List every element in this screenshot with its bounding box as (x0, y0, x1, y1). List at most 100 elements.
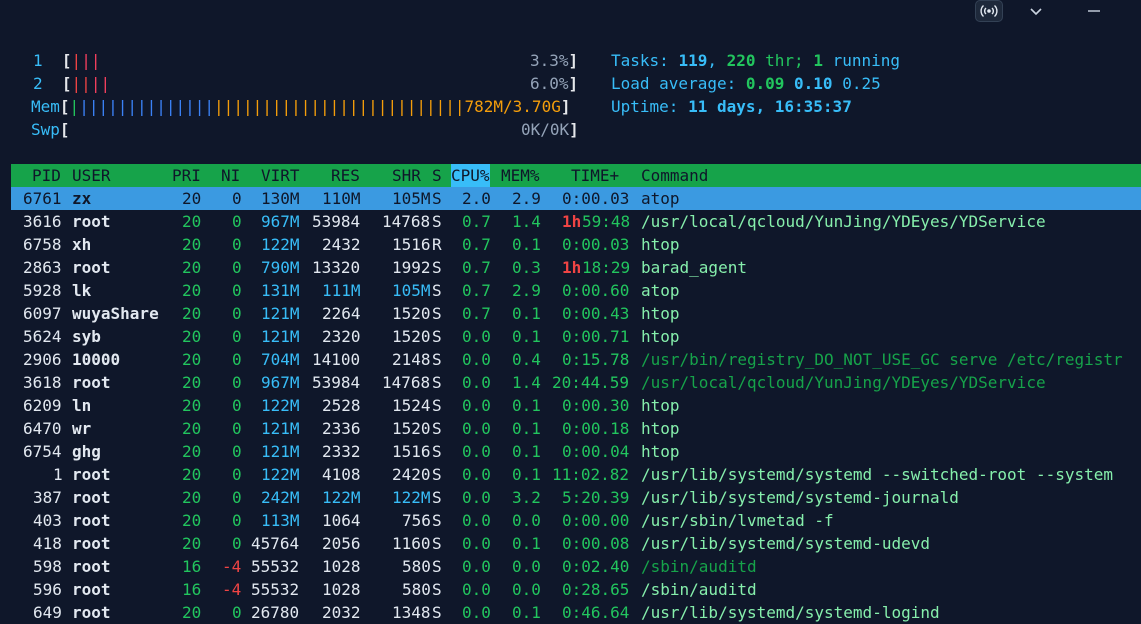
virt-cell: 131M (261, 281, 300, 300)
virt-cell: 121M (261, 442, 300, 461)
col-state[interactable]: S (432, 164, 442, 187)
command-cell: atop (641, 189, 680, 208)
user-cell: lk (72, 281, 92, 300)
res-cell: 2336 (322, 419, 361, 438)
pri-cell: 20 (182, 281, 202, 300)
col-virt[interactable]: VIRT (261, 164, 300, 187)
state-cell: S (432, 488, 442, 507)
cpu-cell: 0.0 (462, 603, 491, 622)
mem-cell: 0.0 (512, 580, 541, 599)
process-row[interactable]: 6097 wuyaShare 20 0 121M 2264 1520 S 0.7 0.1 0:00.… (11, 302, 1141, 325)
virt-cell: 55532 (251, 557, 300, 576)
time-cell: 0:46.64 (562, 603, 630, 622)
process-row[interactable]: 1 root 20 0 122M 4108 2420 S 0.0 0.1 11:02.82/usr/… (11, 463, 1141, 486)
broadcast-icon (980, 4, 998, 18)
col-mem[interactable]: MEM% (501, 164, 540, 187)
cpu1-value: 3.3% (530, 51, 569, 70)
broadcast-button[interactable] (975, 0, 1003, 22)
process-row[interactable]: 598 root 16 -4 55532 1028 580 S 0.0 0.0 0:02.40/sb… (11, 555, 1141, 578)
cpu1-bar-pink: || (81, 51, 101, 70)
cpu1-label: 1 (33, 51, 43, 70)
command-cell: /sbin/auditd (641, 580, 757, 599)
virt-cell: 26780 (251, 603, 300, 622)
ni-cell: -4 (222, 580, 242, 599)
ni-cell: 0 (232, 488, 242, 507)
command-cell: /usr/lib/systemd/systemd-logind (641, 603, 940, 622)
pri-cell: 20 (182, 189, 202, 208)
pri-cell: 20 (182, 465, 202, 484)
command-cell: /usr/bin/registry_DO_NOT_USE_GC serve /e… (641, 350, 1123, 369)
res-cell: 2528 (322, 396, 361, 415)
process-row[interactable]: 649 root 20 0 26780 2032 1348 S 0.0 0.1 0:46.64/us… (11, 601, 1141, 624)
pid-cell: 403 (33, 511, 62, 530)
col-res[interactable]: RES (331, 164, 360, 187)
pri-cell: 20 (182, 396, 202, 415)
virt-cell: 122M (261, 396, 300, 415)
col-time[interactable]: TIME+ (571, 164, 619, 187)
virt-cell: 121M (261, 327, 300, 346)
chevron-down-button[interactable] (1026, 0, 1046, 22)
process-row[interactable]: 596 root 16 -4 55532 1028 580 S 0.0 0.0 0:28.65/sb… (11, 578, 1141, 601)
shr-cell: 1520 (392, 304, 431, 323)
cpu-cell: 2.0 (462, 189, 491, 208)
col-ni[interactable]: NI (221, 164, 240, 187)
res-cell: 111M (322, 281, 361, 300)
col-shr[interactable]: SHR (392, 164, 421, 187)
col-pri[interactable]: PRI (172, 164, 201, 187)
command-cell: htop (641, 396, 680, 415)
shr-cell: 1516 (392, 442, 431, 461)
state-cell: S (432, 419, 442, 438)
process-row[interactable]: 5928 lk 20 0 131M 111M 105M S 0.7 2.9 0:00.60 atop (11, 279, 1141, 302)
shr-cell: 14768 (382, 212, 431, 231)
pid-cell: 418 (33, 534, 62, 553)
res-cell: 2332 (322, 442, 361, 461)
minimize-button[interactable] (1085, 0, 1103, 22)
virt-cell: 121M (261, 419, 300, 438)
cpu-cell: 0.0 (462, 327, 491, 346)
res-cell: 4108 (322, 465, 361, 484)
process-row[interactable]: 2906 10000 20 0 704M 14100 2148 S 0.0 0.4 0:15.78 /… (11, 348, 1141, 371)
process-row[interactable]: 403 root 20 0 113M 1064 756 S 0.0 0.0 0:00.00/usr/… (11, 509, 1141, 532)
process-row[interactable]: 5624 syb 20 0 121M 2320 1520 S 0.0 0.1 0:00.71 htop (11, 325, 1141, 348)
col-pid[interactable]: PID (32, 164, 61, 187)
load1: 0.09 (745, 74, 785, 93)
user-cell: ln (72, 396, 92, 415)
process-row[interactable]: 3618 root 20 0 967M 53984 14768 S 0.0 1.4 20:44.59… (11, 371, 1141, 394)
time-hours-cell: 1h (562, 212, 582, 231)
command-cell: /usr/lib/systemd/systemd-udevd (641, 534, 930, 553)
col-user[interactable]: USER (72, 164, 111, 187)
time-cell: 0:02.40 (562, 557, 630, 576)
user-cell: zx (72, 189, 92, 208)
res-cell: 2032 (322, 603, 361, 622)
process-row[interactable]: 6761 zx 20 0 130M 110M 105M S 2.0 2.9 0:00.03 atop (11, 187, 1141, 210)
process-row[interactable]: 6209 ln 20 0 122M 2528 1524 S 0.0 0.1 0:00.30 htop (11, 394, 1141, 417)
process-row[interactable]: 387 root 20 0 242M 122M 122M S 0.0 3.2 5:20.39/usr… (11, 486, 1141, 509)
process-row[interactable]: 6758 xh 20 0 122M 2432 1516 R 0.7 0.1 0:00.03 htop (11, 233, 1141, 256)
process-row[interactable]: 3616 root 20 0 967M 53984 14768 S 0.7 1.4 1h 59:48 /… (11, 210, 1141, 233)
pri-cell: 20 (182, 304, 202, 323)
pri-cell: 20 (182, 534, 202, 553)
shr-cell: 1348 (392, 603, 431, 622)
command-cell: /usr/local/qcloud/YunJing/YDEyes/YDServi… (641, 373, 1046, 392)
uptime-value: 11 days, 16:35:37 (688, 97, 852, 116)
pid-cell: 6209 (23, 396, 62, 415)
shr-cell: 1160 (392, 534, 431, 553)
mem-cell: 0.1 (512, 534, 541, 553)
col-command[interactable]: Command (641, 164, 708, 187)
state-cell: S (432, 442, 442, 461)
process-row[interactable]: 418 root 20 0 45764 2056 1160 S 0.0 0.1 0:00.08/us… (11, 532, 1141, 555)
cpu1-meter: 1 [||| (33, 51, 101, 70)
process-row[interactable]: 6470 wr 20 0 121M 2336 1520 S 0.0 0.1 0:00.18 htop (11, 417, 1141, 440)
mem-cell: 3.2 (512, 488, 541, 507)
user-cell: root (72, 465, 111, 484)
mem-cell: 2.9 (512, 281, 541, 300)
col-cpu[interactable]: CPU% (451, 164, 490, 187)
res-cell: 13320 (312, 258, 361, 277)
user-cell: root (72, 534, 111, 553)
process-row[interactable]: 2863 root 20 0 790M 13320 1992 S 0.7 0.3 1h 18:29 ba… (11, 256, 1141, 279)
pid-cell: 598 (33, 557, 62, 576)
pri-cell: 20 (182, 350, 202, 369)
process-row[interactable]: 6754 ghg 20 0 121M 2332 1516 S 0.0 0.1 0:00.04 htop (11, 440, 1141, 463)
shr-cell: 105M (392, 189, 431, 208)
time-cell: 0:00.00 (562, 511, 630, 530)
